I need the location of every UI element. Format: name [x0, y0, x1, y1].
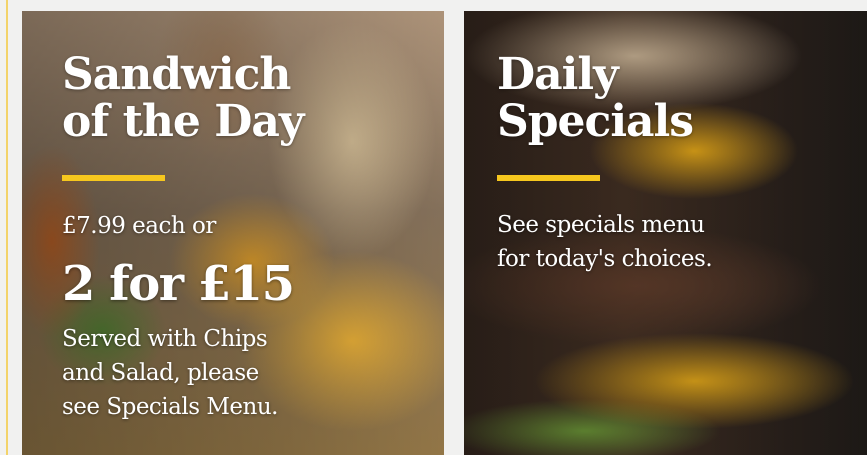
- heading-line: Sandwich: [62, 49, 291, 100]
- specials-description: See specials menu for today's choices.: [497, 208, 817, 276]
- served-line: see Specials Menu.: [62, 394, 278, 420]
- accent-divider: [497, 175, 600, 181]
- desc-line: for today's choices.: [497, 246, 713, 272]
- heading-line: Daily: [497, 49, 619, 100]
- sandwich-of-the-day-card[interactable]: Sandwich of the Day £7.99 each or 2 for …: [22, 11, 444, 455]
- desc-line: See specials menu: [497, 212, 705, 238]
- daily-specials-card[interactable]: Daily Specials See specials menu for tod…: [464, 11, 867, 455]
- heading-line: of the Day: [62, 96, 304, 147]
- heading-line: Specials: [497, 96, 694, 147]
- card-heading: Sandwich of the Day: [62, 49, 304, 147]
- served-line: Served with Chips: [62, 326, 268, 352]
- served-line: and Salad, please: [62, 360, 259, 386]
- served-with-text: Served with Chips and Salad, please see …: [62, 322, 362, 424]
- left-edge-line: [6, 0, 8, 455]
- accent-divider: [62, 175, 165, 181]
- card-heading: Daily Specials: [497, 49, 694, 147]
- deal-text: 2 for £15: [62, 256, 295, 312]
- price-text: £7.99 each or: [62, 213, 216, 239]
